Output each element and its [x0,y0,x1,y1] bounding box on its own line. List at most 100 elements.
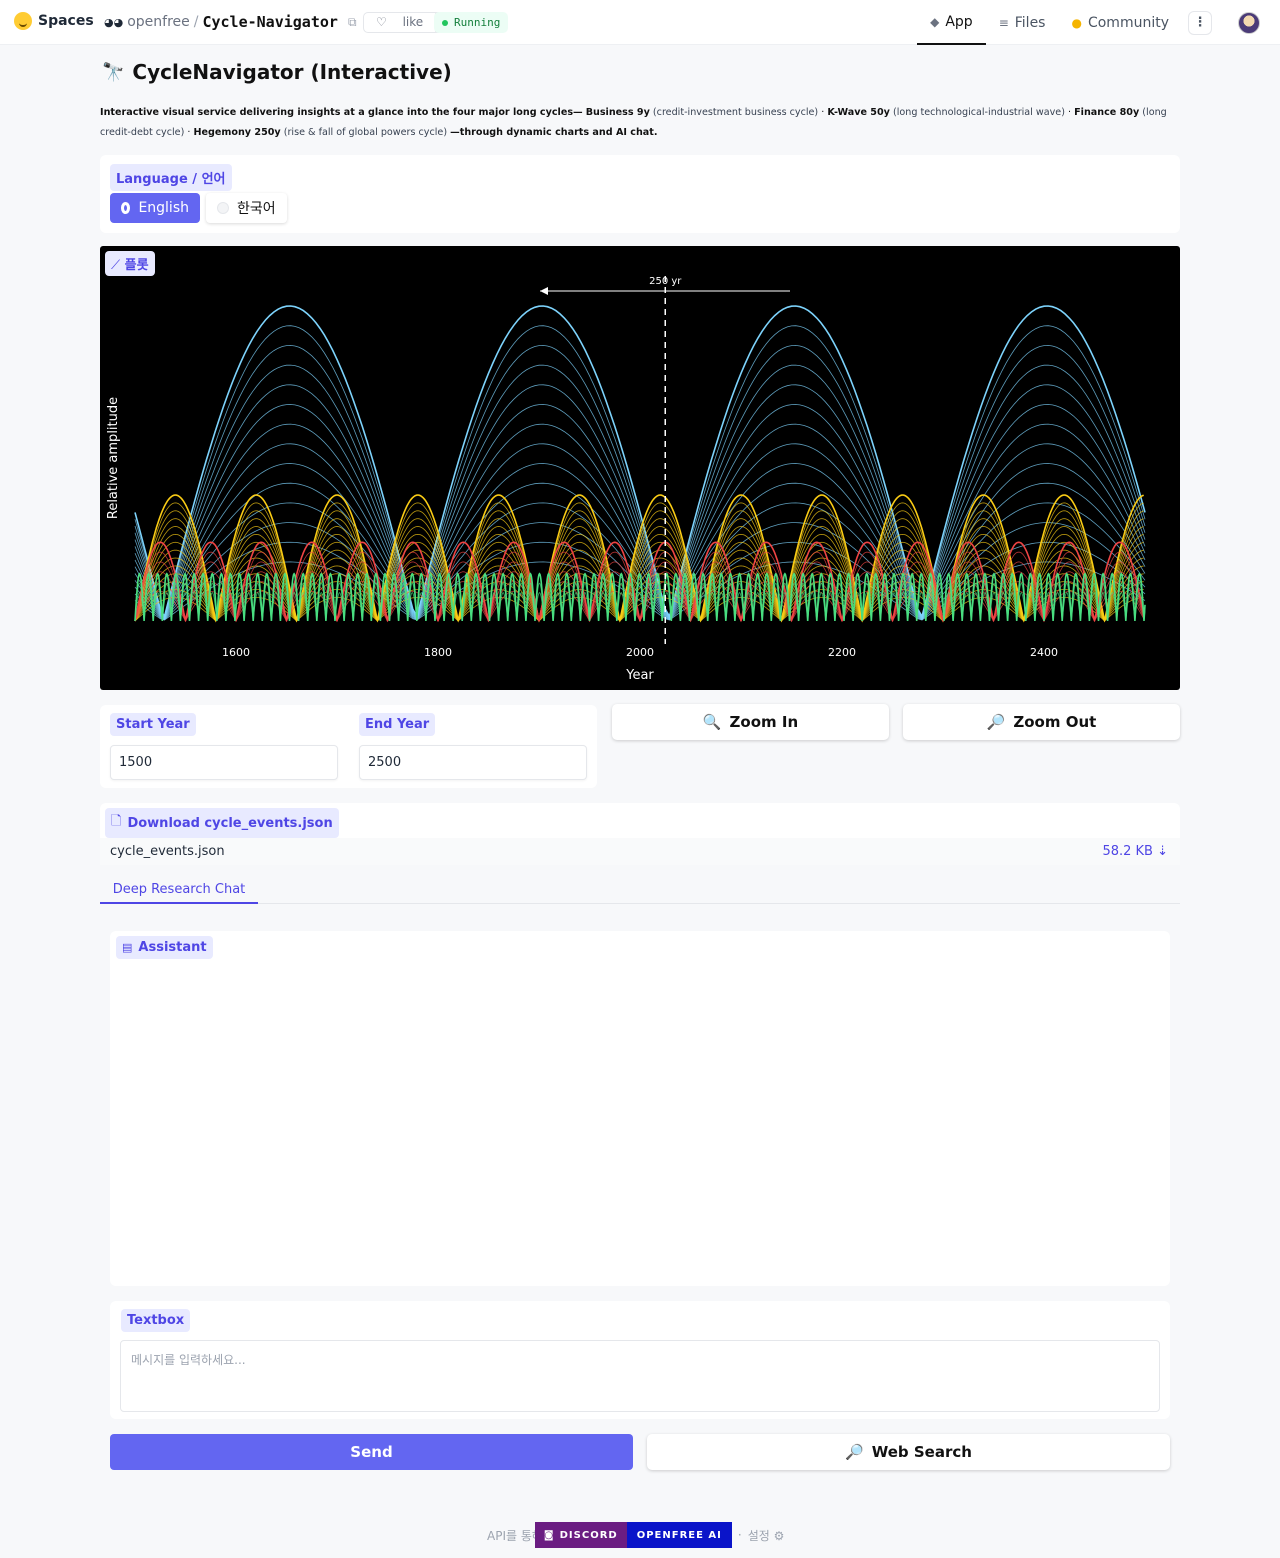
cycle-hegemony-name: Hegemony 250y [193,127,281,138]
breadcrumb: ◕◕ openfree / Cycle-Navigator ⧉ [104,13,357,31]
discord-badge[interactable]: ◙ DISCORD [534,1522,627,1548]
textbox-panel: Textbox 메시지를 입력하세요... [110,1301,1170,1419]
chart-icon: ⟋ [111,258,121,273]
textbox-label: Textbox [121,1309,191,1332]
cycle-kwave-name: K-Wave 50y [827,107,890,118]
magnifier-icon: 🔎 [845,1443,864,1461]
x-tick-label: 1600 [222,646,250,659]
end-year-label: End Year [359,713,436,736]
zoom-out-label: Zoom Out [1013,713,1097,731]
cycle-plot[interactable]: ⟋ 플롯 250 yr 1600 1800 2000 2200 2400 Year Relat… [100,246,1180,690]
message-input[interactable]: 메시지를 입력하세요... [120,1340,1160,1412]
tab-community-label: Community [1087,14,1169,31]
assistant-label: ▤ Assistant [116,936,213,959]
settings-label: 설정 [747,1528,770,1543]
page-title-text: CycleNavigator (Interactive) [132,60,452,84]
tab-app[interactable]: ◆ App [917,0,986,45]
like-label: like [402,15,424,29]
openfree-badge[interactable]: OPENFREE AI [626,1522,732,1548]
huggingface-logo-icon [14,12,32,30]
status-badge: Running [434,12,509,33]
y-axis-label: Relative amplitude [106,397,121,519]
file-row[interactable]: cycle_events.json 58.2 KB ⇣ [100,838,1180,865]
copy-icon[interactable]: ⧉ [348,15,357,30]
file-icon: 🗋 [111,814,122,829]
discord-icon: ◙ [543,1529,555,1541]
settings-link[interactable]: 설정 ⚙ [748,1527,785,1544]
cycle-business-desc: (credit-investment business cycle) [652,107,819,118]
chat-tabbar: Deep Research Chat [100,878,1180,904]
telescope-icon: 🔭 [102,61,125,83]
zoom-in-label: Zoom In [729,713,799,731]
files-icon: ≡ [998,15,1009,30]
discord-label: DISCORD [559,1529,618,1541]
space-tabs: ◆ App ≡ Files ● Community ⋮ [917,0,1280,45]
magnifier-icon: 🔎 [986,713,1006,731]
radio-english-label: English [138,200,189,216]
breadcrumb-separator: / [193,14,199,30]
download-label: 🗋 Download cycle_events.json [105,808,339,838]
status-text: Running [454,16,501,29]
year-range-panel: Start Year 1500 End Year 2500 [100,705,597,788]
radio-unchecked-icon [217,202,229,214]
start-year-label: Start Year [110,713,196,736]
radio-korean-label: 한국어 [237,201,276,217]
community-icon: ● [1071,15,1082,30]
chatbot-panel: ▤ Assistant [110,931,1170,1286]
zoom-in-button[interactable]: 🔍 Zoom In [612,704,889,740]
x-tick-label: 2400 [1030,646,1058,659]
assistant-label-text: Assistant [138,940,207,955]
series-line-9y-layer-1 [134,582,1146,622]
page-title: 🔭 CycleNavigator (Interactive) [102,60,452,84]
cycle-business-name: Business 9y [585,107,650,118]
owner-avatar-icon: ◕◕ [104,15,124,29]
download-label-text: Download cycle_events.json [127,815,333,831]
spaces-label: Spaces [38,13,94,29]
cycle-hegemony-desc: (rise & fall of global powers cycle) [283,127,448,138]
cycle-finance-name: Finance 80y [1074,107,1140,118]
plot-label-text: 플롯 [124,258,149,273]
radio-checked-icon [121,202,131,214]
user-avatar[interactable] [1238,11,1260,34]
tab-files-label: Files [1014,14,1046,31]
magnifier-icon: 🔍 [702,713,722,731]
footer: API를 통해 ◙ DISCORD OPENFREE AI · 설정 ⚙ [487,1522,784,1548]
heart-icon: ♡ [376,15,387,29]
language-label: Language / 언어 [110,164,232,191]
tab-deep-research-chat[interactable]: Deep Research Chat [100,878,258,904]
spaces-link[interactable]: Spaces [14,12,94,30]
annotation-label: 250 yr [649,276,682,287]
owner-link[interactable]: openfree [127,14,190,30]
send-button[interactable]: Send [110,1434,633,1470]
status-dot-icon [442,19,448,26]
span-arrow-head [540,287,548,295]
more-options-icon[interactable]: ⋮ [1188,10,1212,35]
tab-app-label: App [945,13,973,30]
tab-community[interactable]: ● Community [1058,0,1182,45]
intro-text: Interactive visual service delivering in… [100,107,1167,138]
series-line-9y-layer-2 [134,592,1146,622]
intro-tail: —through dynamic charts and AI chat. [450,127,658,138]
intro-lead: Interactive visual service delivering in… [100,107,583,118]
repo-name[interactable]: Cycle-Navigator [202,13,337,31]
end-year-input[interactable]: 2500 [359,745,587,780]
chat-bubble-icon: ▤ [122,941,133,954]
download-panel: 🗋 Download cycle_events.json cycle_event… [100,803,1180,865]
cycle-chart-svg[interactable]: 250 yr 1600 1800 2000 2200 2400 Year Relative a… [100,246,1180,690]
footer-separator: · [737,1528,742,1542]
x-tick-label: 2200 [828,646,856,659]
file-size-download[interactable]: 58.2 KB ⇣ [1102,844,1168,859]
radio-english[interactable]: English [110,193,200,223]
radio-korean[interactable]: 한국어 [206,193,287,223]
like-label-wrap: ♡ like [364,13,435,32]
start-year-input[interactable]: 1500 [110,745,338,780]
web-search-button[interactable]: 🔎 Web Search [647,1434,1170,1470]
file-name[interactable]: cycle_events.json [110,844,225,859]
language-panel: Language / 언어 English 한국어 [100,155,1180,233]
tab-files[interactable]: ≡ Files [986,0,1059,45]
x-axis-label: Year [625,668,654,683]
cycle-kwave-desc: (long technological-industrial wave) [892,107,1065,118]
zoom-out-button[interactable]: 🔎 Zoom Out [903,704,1180,740]
app-cube-icon: ◆ [930,14,940,29]
x-tick-label: 1800 [424,646,452,659]
